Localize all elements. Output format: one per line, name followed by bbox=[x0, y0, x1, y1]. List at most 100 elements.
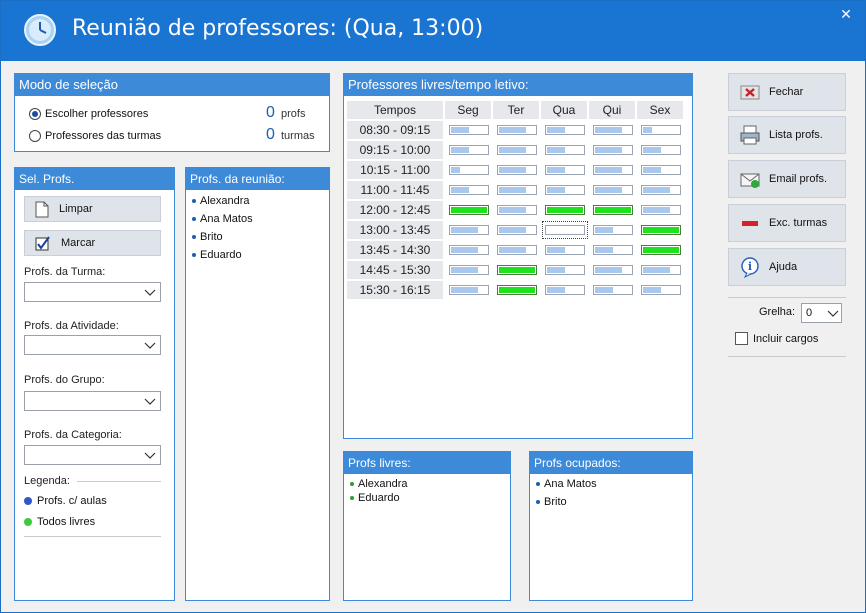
grid-slot[interactable] bbox=[641, 145, 681, 155]
grid-slot[interactable] bbox=[449, 185, 489, 195]
grid-slot[interactable] bbox=[497, 165, 537, 175]
grid-slot[interactable] bbox=[593, 205, 633, 215]
list-item[interactable]: Alexandra bbox=[350, 478, 408, 490]
grid-slot[interactable] bbox=[593, 285, 633, 295]
categoria-combo[interactable] bbox=[24, 445, 161, 465]
grid-slot[interactable] bbox=[593, 185, 633, 195]
grid-slot[interactable] bbox=[497, 265, 537, 275]
email-teachers-label: Email profs. bbox=[769, 173, 828, 185]
slot-fill bbox=[451, 287, 478, 293]
categoria-label: Profs. da Categoria: bbox=[24, 429, 122, 441]
mark-label: Marcar bbox=[61, 237, 96, 249]
list-item-label: Ana Matos bbox=[544, 478, 597, 490]
grid-slot[interactable] bbox=[545, 165, 585, 175]
radio-choose-teachers[interactable]: Escolher professores bbox=[29, 106, 148, 122]
grid-slot[interactable] bbox=[449, 245, 489, 255]
mark-button[interactable]: Marcar bbox=[24, 230, 161, 256]
slot-fill bbox=[451, 267, 478, 273]
checkbox-checked-icon bbox=[35, 236, 50, 251]
grelha-combo[interactable]: 0 bbox=[801, 303, 842, 323]
slot-fill bbox=[547, 267, 565, 273]
radio-off-icon[interactable] bbox=[29, 130, 41, 142]
grid-slot[interactable] bbox=[641, 125, 681, 135]
grid-slot[interactable] bbox=[593, 265, 633, 275]
exclude-classes-label: Exc. turmas bbox=[769, 217, 828, 229]
list-item[interactable]: Ana Matos bbox=[192, 213, 253, 225]
grid-slot[interactable] bbox=[545, 285, 585, 295]
grupo-combo[interactable] bbox=[24, 391, 161, 411]
grid-slot[interactable] bbox=[641, 185, 681, 195]
grid-slot[interactable] bbox=[497, 225, 537, 235]
grid-slot[interactable] bbox=[545, 205, 585, 215]
grid-slot[interactable] bbox=[497, 285, 537, 295]
list-item[interactable]: Eduardo bbox=[350, 492, 400, 504]
grid-slot[interactable] bbox=[497, 185, 537, 195]
slot-fill bbox=[643, 287, 661, 293]
help-button[interactable]: i Ajuda bbox=[728, 248, 846, 286]
svg-text:i: i bbox=[748, 260, 752, 273]
grid-slot[interactable] bbox=[497, 205, 537, 215]
slot-fill bbox=[643, 267, 670, 273]
grid-slot[interactable] bbox=[593, 145, 633, 155]
grid-slot[interactable] bbox=[449, 285, 489, 295]
grid-slot[interactable] bbox=[449, 125, 489, 135]
printer-icon bbox=[740, 125, 760, 145]
grid-slot[interactable] bbox=[545, 185, 585, 195]
slot-fill bbox=[547, 287, 565, 293]
grid-slot[interactable] bbox=[545, 125, 585, 135]
grid-slot[interactable] bbox=[593, 125, 633, 135]
grid-slot[interactable] bbox=[593, 245, 633, 255]
selection-mode-panel: Modo de seleção Escolher professores Pro… bbox=[14, 73, 330, 152]
grid-time-label: 11:00 - 11:45 bbox=[347, 181, 443, 199]
grid-slot[interactable] bbox=[545, 145, 585, 155]
list-item[interactable]: Alexandra bbox=[192, 195, 250, 207]
exclude-classes-button[interactable]: Exc. turmas bbox=[728, 204, 846, 242]
incluir-cargos-checkbox[interactable] bbox=[735, 332, 748, 345]
bullet-icon bbox=[350, 496, 354, 500]
meeting-window: Reunião de professores: (Qua, 13:00) ✕ M… bbox=[0, 0, 866, 613]
list-item[interactable]: Ana Matos bbox=[536, 478, 597, 490]
slot-fill bbox=[643, 167, 661, 173]
grid-slot[interactable] bbox=[593, 225, 633, 235]
grid-slot[interactable] bbox=[641, 245, 681, 255]
chevron-down-icon bbox=[144, 289, 156, 296]
turma-label: Profs. da Turma: bbox=[24, 266, 106, 278]
grid-slot[interactable] bbox=[449, 265, 489, 275]
grid-slot[interactable] bbox=[641, 165, 681, 175]
list-item[interactable]: Brito bbox=[192, 231, 223, 243]
slot-fill bbox=[595, 187, 622, 193]
grid-slot[interactable] bbox=[497, 125, 537, 135]
list-item[interactable]: Eduardo bbox=[192, 249, 242, 261]
close-window-button[interactable]: ✕ bbox=[835, 5, 857, 23]
grid-slot[interactable] bbox=[641, 225, 681, 235]
close-label: Fechar bbox=[769, 86, 804, 98]
grid-slot[interactable] bbox=[545, 265, 585, 275]
atividade-combo[interactable] bbox=[24, 335, 161, 355]
radio-on-icon[interactable] bbox=[29, 108, 41, 120]
grid-slot[interactable] bbox=[497, 145, 537, 155]
grid-slot[interactable] bbox=[545, 245, 585, 255]
clear-button[interactable]: Limpar bbox=[24, 196, 161, 222]
grid-slot[interactable] bbox=[593, 165, 633, 175]
grid-time-label: 14:45 - 15:30 bbox=[347, 261, 443, 279]
grid-slot[interactable] bbox=[449, 165, 489, 175]
grid-slot[interactable] bbox=[641, 265, 681, 275]
grid-slot[interactable] bbox=[641, 205, 681, 215]
email-teachers-button[interactable]: Email profs. bbox=[728, 160, 846, 198]
meeting-teachers-panel: Profs. da reunião: Alexandra Ana Matos Bri… bbox=[185, 167, 330, 601]
grid-slot[interactable] bbox=[641, 285, 681, 295]
turma-combo[interactable] bbox=[24, 282, 161, 302]
grid-time-label: 13:45 - 14:30 bbox=[347, 241, 443, 259]
grelha-value: 0 bbox=[806, 307, 813, 319]
close-button[interactable]: Fechar bbox=[728, 73, 846, 111]
list-item[interactable]: Brito bbox=[536, 496, 567, 508]
free-teachers-panel: Profs livres: Alexandra Eduardo bbox=[343, 451, 511, 601]
list-item-label: Alexandra bbox=[358, 478, 408, 490]
grid-slot[interactable] bbox=[449, 145, 489, 155]
grid-slot[interactable] bbox=[449, 225, 489, 235]
list-teachers-button[interactable]: Lista profs. bbox=[728, 116, 846, 154]
grid-slot[interactable] bbox=[449, 205, 489, 215]
atividade-label: Profs. da Atividade: bbox=[24, 320, 119, 332]
grid-slot[interactable] bbox=[497, 245, 537, 255]
radio-class-teachers[interactable]: Professores das turmas bbox=[29, 128, 161, 144]
